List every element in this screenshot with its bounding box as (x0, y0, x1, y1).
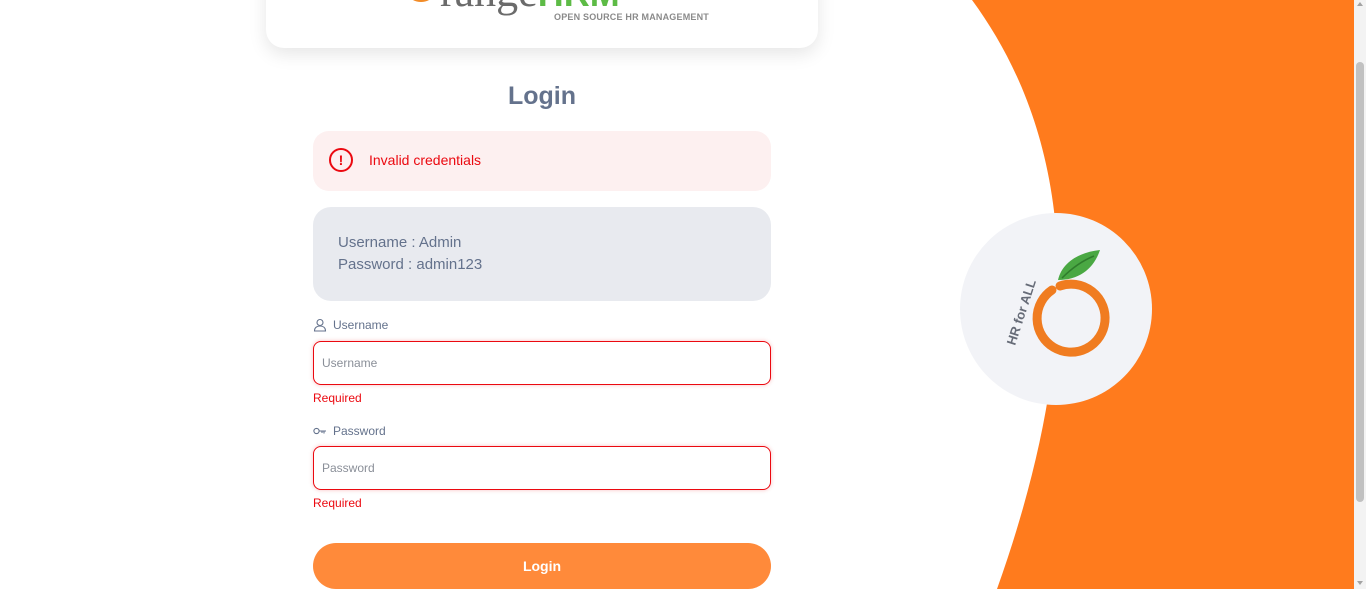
login-page: HR for ALL rangeHRM OPEN SOURCE HR MANAG… (0, 0, 1366, 589)
demo-username-text: Username : Admin (338, 234, 462, 251)
logo-word-range: range (440, 0, 538, 16)
page-title: Login (507, 82, 577, 110)
scroll-down-arrow-icon[interactable] (1357, 581, 1363, 585)
logo-card: rangeHRM OPEN SOURCE HR MANAGEMENT (266, 0, 818, 48)
error-alert: ! Invalid credentials (313, 131, 771, 191)
username-label-text: Username (333, 318, 389, 332)
exclamation-circle-icon: ! (329, 148, 353, 172)
logo-subtitle: OPEN SOURCE HR MANAGEMENT (554, 12, 710, 22)
scroll-up-arrow-icon[interactable] (1357, 2, 1363, 6)
username-input[interactable] (313, 341, 771, 385)
demo-password-text: Password : admin123 (338, 256, 483, 273)
key-icon (313, 427, 326, 435)
login-button[interactable]: Login (313, 543, 771, 589)
demo-credentials-box: Username : Admin Password : admin123 (313, 207, 771, 301)
person-icon (313, 318, 327, 332)
password-label-text: Password (333, 424, 386, 438)
password-label: Password (313, 424, 386, 438)
password-input[interactable] (313, 446, 771, 490)
username-label: Username (313, 318, 388, 332)
error-alert-text: Invalid credentials (369, 152, 482, 168)
username-required-error: Required (313, 391, 362, 405)
page-scrollbar[interactable] (1354, 0, 1366, 589)
orange-fruit-icon (1032, 250, 1110, 357)
password-required-error: Required (313, 496, 362, 510)
orange-curve-shape (972, 0, 1354, 589)
badge-text: HR for ALL (1004, 277, 1039, 346)
logo-o-mark (404, 0, 438, 2)
hr-for-all-badge (960, 213, 1152, 405)
scrollbar-thumb[interactable] (1356, 62, 1364, 502)
